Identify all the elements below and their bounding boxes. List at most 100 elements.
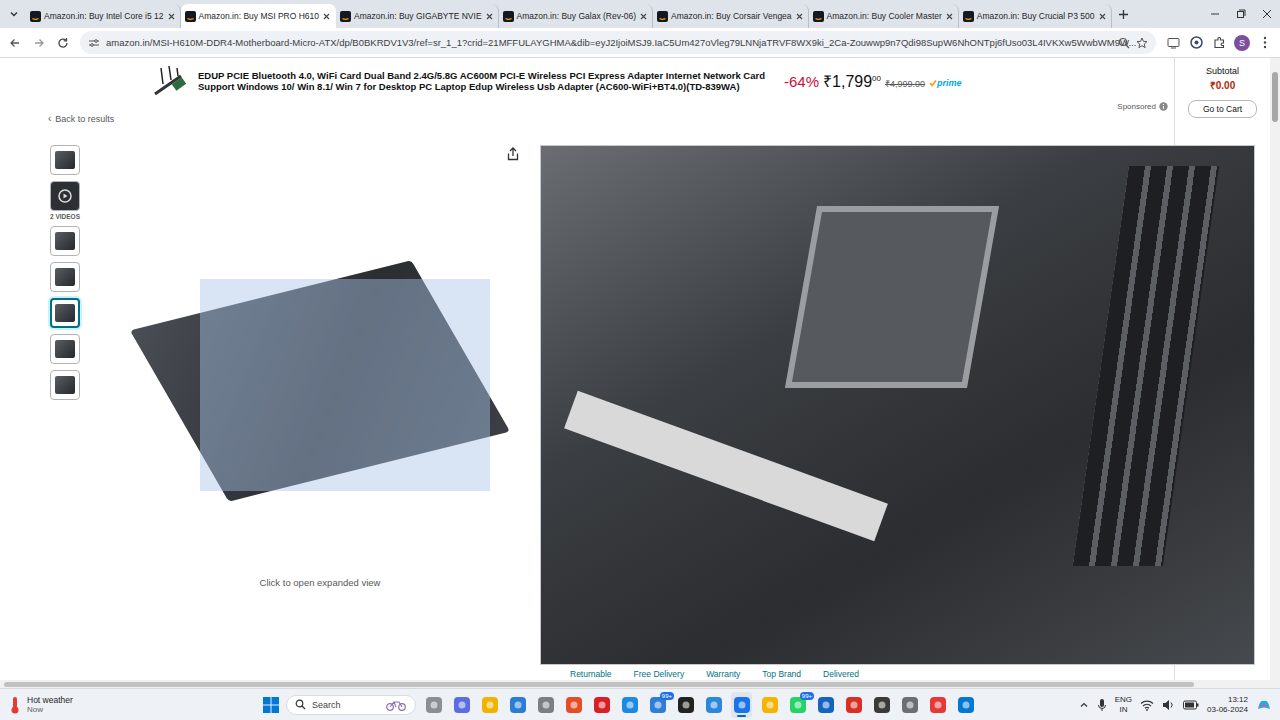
horizontal-scrollbar[interactable] <box>0 680 1280 688</box>
new-tab-button[interactable] <box>1112 3 1136 25</box>
sponsored-banner[interactable]: EDUP PCIE Bluetooth 4.0, WiFi Card Dual … <box>0 58 1174 102</box>
taskbar-app[interactable] <box>927 692 948 718</box>
taskbar-app[interactable] <box>451 692 472 718</box>
arrow-left-icon <box>9 37 21 49</box>
taskbar-app[interactable]: 99+ <box>647 692 668 718</box>
app-icon <box>929 696 947 714</box>
close-icon[interactable] <box>1098 12 1107 21</box>
close-icon[interactable] <box>485 12 494 21</box>
cast-button[interactable] <box>1162 32 1184 54</box>
product-photo[interactable] <box>100 161 540 541</box>
info-icon[interactable] <box>1159 102 1168 111</box>
thumbnail[interactable] <box>50 334 80 364</box>
kebab-menu-icon <box>1263 36 1267 49</box>
motherboard-thumbnail <box>55 340 75 358</box>
close-icon[interactable] <box>639 12 648 21</box>
close-window-button[interactable] <box>1254 0 1280 28</box>
taskbar-app[interactable] <box>731 692 752 718</box>
taskbar-app[interactable] <box>759 692 780 718</box>
scrollbar-thumb[interactable] <box>4 682 1194 687</box>
minimize-button[interactable] <box>1202 0 1228 28</box>
taskbar-app[interactable] <box>955 692 976 718</box>
vertical-scrollbar[interactable] <box>1270 58 1280 680</box>
list-price: ₹4,999.00 <box>885 77 925 90</box>
browser-tab[interactable]: Amazon.in: Buy Crucial P3 500 <box>959 4 1112 28</box>
wifi-icon[interactable] <box>1140 699 1154 711</box>
taskbar-app[interactable] <box>423 692 444 718</box>
extension-button[interactable] <box>1185 32 1207 54</box>
zoomed-cpu-socket <box>785 206 999 388</box>
thumbnail[interactable] <box>50 226 80 256</box>
app-icon <box>481 696 499 714</box>
taskbar-app[interactable] <box>563 692 584 718</box>
close-icon[interactable] <box>167 12 176 21</box>
taskbar-app[interactable] <box>479 692 500 718</box>
clock[interactable]: 13:1203-06-2024 <box>1207 695 1248 715</box>
taskbar-app[interactable] <box>591 692 612 718</box>
feature-badge[interactable]: Returnable <box>570 669 612 679</box>
profile-avatar[interactable]: S <box>1234 35 1250 51</box>
feature-badge[interactable]: Warranty <box>706 669 740 679</box>
speaker-icon[interactable] <box>1162 699 1175 711</box>
back-button[interactable] <box>4 32 26 54</box>
thumbnail[interactable] <box>50 370 80 400</box>
chevron-up-icon[interactable] <box>1079 700 1089 710</box>
thumbnail[interactable] <box>50 181 80 211</box>
browser-tab[interactable]: Amazon.in: Buy GIGABYTE NVIE <box>336 4 499 28</box>
microphone-icon[interactable] <box>1097 698 1107 712</box>
search-placeholder: Search <box>312 700 379 710</box>
close-icon[interactable] <box>322 12 331 21</box>
browser-tab[interactable]: Amazon.in: Buy Intel Core i5 12 <box>26 4 181 28</box>
zoom-lens[interactable] <box>200 279 490 491</box>
back-to-results-link[interactable]: ‹Back to results <box>0 111 1174 124</box>
address-bar[interactable]: amazon.in/MSI-H610M-DDR4-Motherboard-Mic… <box>80 31 1156 54</box>
browser-tab[interactable]: Amazon.in: Buy MSI PRO H610 <box>181 4 336 28</box>
taskbar-app[interactable] <box>535 692 556 718</box>
app-icon <box>677 696 695 714</box>
close-icon[interactable] <box>795 12 804 21</box>
taskbar-app[interactable] <box>507 692 528 718</box>
windows-start-icon[interactable] <box>263 697 279 713</box>
close-icon <box>1262 9 1272 19</box>
taskbar-app[interactable]: 99+ <box>787 692 808 718</box>
copilot-icon[interactable] <box>1256 697 1272 713</box>
tab-label: Amazon.in: Buy Intel Core i5 12 <box>44 11 164 21</box>
sponsored-product-title[interactable]: EDUP PCIE Bluetooth 4.0, WiFi Card Dual … <box>198 70 768 92</box>
thumbnail[interactable] <box>50 298 80 328</box>
zoom-icon[interactable] <box>1118 37 1130 49</box>
browser-tab[interactable]: Amazon.in: Buy Galax (Rev-06) <box>499 4 654 28</box>
browser-tab[interactable]: Amazon.in: Buy Cooler Master <box>809 4 959 28</box>
sponsored-product-image[interactable] <box>150 63 190 99</box>
expanded-view-hint[interactable]: Click to open expanded view <box>100 577 540 588</box>
forward-button[interactable] <box>28 32 50 54</box>
app-icon <box>761 696 779 714</box>
taskbar-app[interactable] <box>899 692 920 718</box>
taskbar-app[interactable] <box>815 692 836 718</box>
menu-button[interactable] <box>1254 32 1276 54</box>
weather-widget[interactable]: Hot weatherNow <box>8 695 208 715</box>
extensions-button[interactable] <box>1208 32 1230 54</box>
taskbar-app[interactable] <box>675 692 696 718</box>
taskbar-app[interactable] <box>871 692 892 718</box>
maximize-button[interactable] <box>1228 0 1254 28</box>
star-icon[interactable] <box>1136 37 1148 49</box>
feature-badge[interactable]: Delivered <box>823 669 859 679</box>
tab-search-button[interactable] <box>4 3 24 25</box>
taskbar-app[interactable] <box>703 692 724 718</box>
reload-button[interactable] <box>52 32 74 54</box>
share-icon[interactable] <box>506 147 520 161</box>
thumbnail[interactable] <box>50 262 80 292</box>
close-icon[interactable] <box>945 12 954 21</box>
taskbar-search[interactable]: Search <box>286 695 416 715</box>
taskbar-app[interactable] <box>843 692 864 718</box>
battery-icon[interactable] <box>1183 700 1199 710</box>
scrollbar-thumb[interactable] <box>1272 72 1278 122</box>
feature-badge[interactable]: Top Brand <box>762 669 801 679</box>
feature-badge[interactable]: Free Delivery <box>634 669 685 679</box>
browser-tab[interactable]: Amazon.in: Buy Corsair Vengea <box>653 4 808 28</box>
system-tray: ENGIN 13:1203-06-2024 <box>1079 695 1272 715</box>
go-to-cart-button[interactable]: Go to Cart <box>1188 100 1257 118</box>
taskbar-app[interactable] <box>619 692 640 718</box>
input-language[interactable]: ENGIN <box>1115 695 1132 715</box>
thumbnail[interactable] <box>50 145 80 175</box>
